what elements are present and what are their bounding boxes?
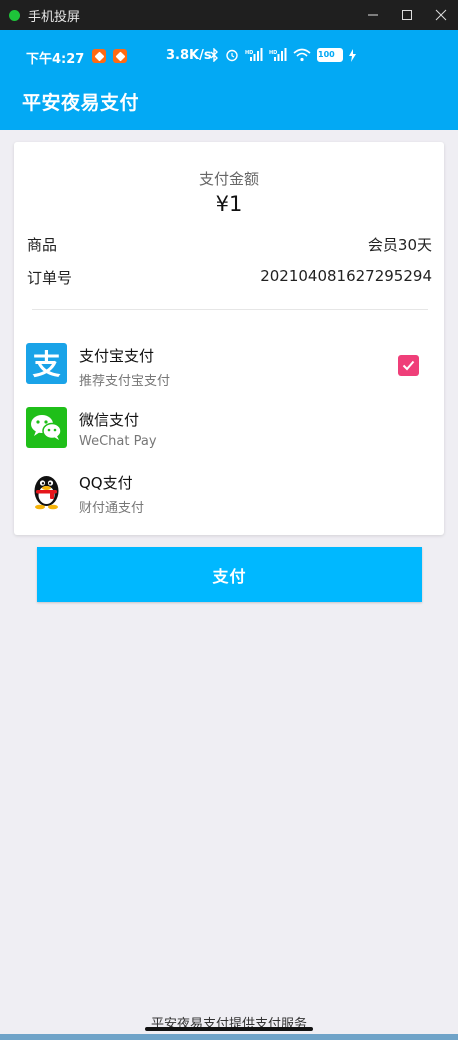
order-label: 订单号 (27, 269, 73, 287)
battery-icon: 100 (317, 48, 343, 62)
alipay-icon: 支 (26, 343, 67, 384)
divider (32, 309, 428, 310)
network-speed: 3.8K/s (166, 48, 212, 63)
close-icon[interactable] (424, 0, 458, 30)
window-title: 手机投屏 (28, 9, 81, 25)
pay-button[interactable]: 支付 (37, 547, 422, 602)
amount-value: ¥1 (215, 192, 243, 216)
window-title-bar: 手机投屏 (0, 0, 458, 30)
maximize-icon[interactable] (390, 0, 424, 30)
notification-app-icon (92, 49, 106, 63)
payment-method-desc: WeChat Pay (79, 434, 157, 449)
payment-method-desc: 财付通支付 (79, 501, 145, 516)
payment-method-desc: 推荐支付宝支付 (79, 374, 171, 389)
payment-method-name: 微信支付 (79, 411, 140, 429)
payment-card: 支付金额 ¥1 商品 会员30天 订单号 202104081627295294 … (14, 142, 444, 535)
app-title: 平安夜易支付 (22, 92, 140, 114)
payment-method-name: QQ支付 (79, 474, 133, 492)
status-time: 下午4:27 (26, 52, 85, 67)
wifi-icon (293, 48, 311, 62)
minimize-icon[interactable] (356, 0, 390, 30)
home-indicator[interactable] (145, 1027, 313, 1031)
svg-text:HD: HD (269, 50, 277, 56)
app-status-dot-icon (9, 9, 20, 21)
wechat-icon (26, 407, 67, 448)
notification-app-icon (113, 49, 127, 63)
bluetooth-icon (210, 48, 219, 62)
order-number: 202104081627295294 (260, 267, 432, 285)
app-bar: 平安夜易支付 (0, 82, 458, 130)
signal-hd-icon: HD (269, 48, 287, 62)
amount-label: 支付金额 (198, 170, 259, 188)
svg-text:支: 支 (32, 348, 60, 381)
window-controls (356, 0, 458, 30)
window-bottom-border (0, 1034, 458, 1040)
product-value: 会员30天 (367, 236, 432, 254)
payment-method-qq[interactable]: QQ支付 财付通支付 (26, 470, 432, 520)
svg-text:HD: HD (245, 50, 253, 56)
product-label: 商品 (27, 236, 58, 254)
status-icons: HD HD 100 (210, 47, 362, 63)
signal-hd-icon: HD (245, 48, 263, 62)
status-bar: 下午4:27 3.8K/s HD HD 100 (0, 30, 458, 82)
alarm-icon (225, 48, 239, 62)
payment-method-name: 支付宝支付 (79, 347, 155, 365)
selected-checkbox[interactable] (398, 355, 419, 376)
charging-icon (349, 48, 356, 62)
payment-method-wechat[interactable]: 微信支付 WeChat Pay (26, 407, 432, 457)
payment-method-alipay[interactable]: 支 支付宝支付 推荐支付宝支付 (26, 343, 432, 393)
qq-penguin-icon (26, 470, 67, 511)
